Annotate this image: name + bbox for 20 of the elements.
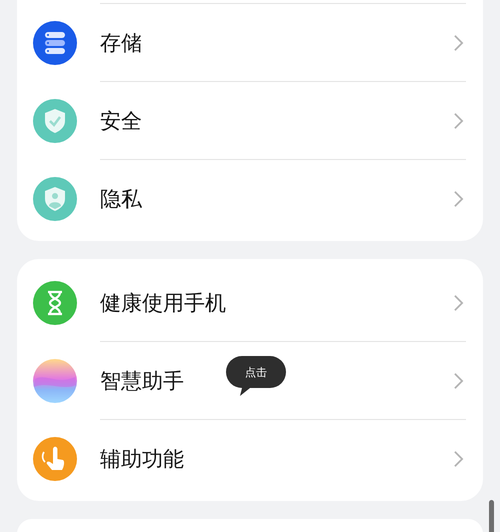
shield-icon <box>33 98 77 142</box>
settings-item[interactable]: 存储 <box>100 28 142 56</box>
chevron-right-icon <box>453 190 464 208</box>
storage-icon <box>33 20 77 64</box>
shield-person-icon <box>33 176 77 220</box>
settings-item[interactable]: 隐私 <box>100 184 142 212</box>
hourglass-icon <box>33 280 77 324</box>
chevron-right-icon <box>453 112 464 130</box>
settings-item[interactable]: 辅助功能 <box>100 444 184 472</box>
hand-icon <box>33 436 77 480</box>
settings-item[interactable]: 安全 <box>100 106 142 134</box>
chevron-right-icon <box>453 450 464 468</box>
chevron-right-icon <box>453 294 464 312</box>
settings-item[interactable]: 智慧助手 <box>100 366 184 394</box>
gradient-orb-icon <box>33 358 77 402</box>
chevron-right-icon <box>453 34 464 52</box>
settings-item[interactable]: 健康使用手机 <box>100 288 226 316</box>
scrollbar <box>489 500 494 532</box>
tooltip: 点击 <box>226 356 286 396</box>
chevron-right-icon <box>453 372 464 390</box>
